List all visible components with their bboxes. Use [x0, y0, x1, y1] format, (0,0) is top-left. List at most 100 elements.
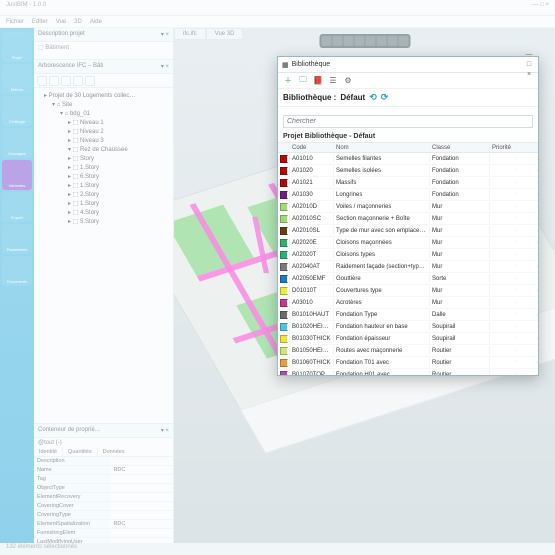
tree-tool-2[interactable]	[49, 76, 59, 86]
library-row[interactable]: A01030LongrinesFondation	[278, 189, 538, 201]
prop-value[interactable]	[110, 484, 173, 492]
tab-data[interactable]: Données	[98, 448, 130, 456]
folder-icon[interactable]: 🗀	[297, 75, 309, 87]
library-heading-value: Défaut	[340, 93, 365, 102]
viewport-tab-1[interactable]: ifc.ifc	[174, 28, 206, 40]
tree-tool-4[interactable]	[73, 76, 83, 86]
row-class: Mur	[430, 286, 490, 295]
prop-value[interactable]	[110, 502, 173, 510]
color-swatch	[280, 299, 288, 307]
tree-row[interactable]: ▸ ⬚ 1.Story	[38, 182, 169, 191]
tree-row[interactable]: ▸ Projet de 30 Logements collec…	[38, 92, 169, 101]
library-row[interactable]: B01020HEIGHTFondation hauteur en baseSou…	[278, 321, 538, 333]
row-priority	[490, 217, 516, 220]
props-filter[interactable]: @tout (-)	[34, 438, 173, 448]
col-name[interactable]: Nom	[334, 143, 430, 152]
rail-item-1[interactable]: Métrés	[2, 64, 32, 94]
col-code[interactable]: Code	[290, 143, 334, 152]
menu-3d[interactable]: 3D	[74, 19, 82, 25]
vp-tool-zoom[interactable]	[343, 36, 353, 46]
library-row[interactable]: B01010HAUTFondation TypeDalle	[278, 309, 538, 321]
tree-row[interactable]: ▾ ⌂ bdg_01	[38, 110, 169, 119]
add-icon[interactable]: ＋	[282, 75, 294, 87]
tree-row[interactable]: ▸ ⬚ Story	[38, 155, 169, 164]
library-row[interactable]: A01020Semelles isoléesFondation	[278, 165, 538, 177]
library-row[interactable]: B01050HEIGHTRoutes avec maçonnerieRoutie…	[278, 345, 538, 357]
dialog-min-button[interactable]: —	[524, 50, 534, 60]
prop-value[interactable]: RDC	[110, 466, 173, 474]
menu-aide[interactable]: Aide	[90, 19, 102, 25]
library-row[interactable]: A02010SCSection maçonnerie + BoîteMur	[278, 213, 538, 225]
vp-tool-shade[interactable]	[376, 36, 386, 46]
rail-item-4[interactable]: Variantes	[2, 160, 32, 190]
vp-tool-orbit[interactable]	[321, 36, 331, 46]
tree-row[interactable]: ▸ ⬚ Niveau 3	[38, 137, 169, 146]
tree-row[interactable]: ▸ ⬚ Niveau 1	[38, 119, 169, 128]
row-class: Dalle	[430, 310, 490, 319]
book-icon[interactable]: 📕	[312, 75, 324, 87]
library-row[interactable]: A01021MassifsFondation	[278, 177, 538, 189]
tree-row[interactable]: ▾ ⌂ Site	[38, 101, 169, 110]
library-search-input[interactable]	[283, 115, 533, 128]
rail-item-7[interactable]: Documents	[2, 256, 32, 286]
vp-tool-fit[interactable]	[354, 36, 364, 46]
library-prev-icon[interactable]: ⟲	[369, 92, 377, 103]
tree-row[interactable]: ▸ ⬚ 6.Story	[38, 173, 169, 182]
col-class[interactable]: Classe	[430, 143, 490, 152]
tree-row[interactable]: ▸ ⬚ 4.Story	[38, 209, 169, 218]
rail-item-3[interactable]: Ouvrages	[2, 128, 32, 158]
tree-row[interactable]: ▸ ⬚ 5.Story	[38, 218, 169, 227]
viewport-tab-2[interactable]: Vue 3D	[206, 28, 244, 40]
vp-tool-pan[interactable]	[332, 36, 342, 46]
rail-item-6[interactable]: Paramètres	[2, 224, 32, 254]
library-row[interactable]: D01010TCouvertures typeMur	[278, 285, 538, 297]
library-row[interactable]: A02020ECloisons maçonnéesMur	[278, 237, 538, 249]
tree-row[interactable]: ▸ ⬚ 1.Story	[38, 200, 169, 209]
rail-item-2[interactable]: Chiffrage	[2, 96, 32, 126]
menu-editer[interactable]: Editer	[32, 19, 48, 25]
tree-tool-3[interactable]	[61, 76, 71, 86]
col-swatch[interactable]	[278, 146, 290, 149]
project-name-field[interactable]: ⬚ Bâtiment	[34, 42, 173, 60]
vp-tool-wire[interactable]	[387, 36, 397, 46]
col-priority[interactable]: Priorité	[490, 143, 516, 152]
tab-quantities[interactable]: Quantités	[63, 448, 98, 456]
vp-tool-section[interactable]	[365, 36, 375, 46]
library-row[interactable]: A01010Semelles filantesFondation	[278, 153, 538, 165]
rail-item-0[interactable]: Projet	[2, 32, 32, 62]
window-close[interactable]: ×	[545, 2, 549, 8]
window-min[interactable]: —	[533, 2, 539, 8]
prop-value[interactable]	[110, 457, 173, 465]
tree-row[interactable]: ▸ ⬚ 1.Story	[38, 164, 169, 173]
tree-row[interactable]: ▸ ⬚ 2.Story	[38, 191, 169, 200]
library-row[interactable]: A02010SLType de mur avec son emplacement…	[278, 225, 538, 237]
prop-value[interactable]: RDC	[110, 520, 173, 528]
window-max[interactable]: □	[540, 2, 544, 8]
columns-icon[interactable]: ☰	[327, 75, 339, 87]
library-row[interactable]: B01030THICKFondation épaisseurSoupirail	[278, 333, 538, 345]
library-row[interactable]: B01060THICKFondation T01 avecRoutier	[278, 357, 538, 369]
menu-vue[interactable]: Vue	[56, 19, 66, 25]
tab-identity[interactable]: Identité	[34, 448, 63, 456]
prop-value[interactable]	[110, 493, 173, 501]
tree-tool-5[interactable]	[85, 76, 95, 86]
tree-tool-1[interactable]	[37, 76, 47, 86]
prop-value[interactable]	[110, 529, 173, 537]
library-row[interactable]: A03010AcrotèresMur	[278, 297, 538, 309]
prop-value[interactable]	[110, 475, 173, 483]
dialog-max-button[interactable]: □	[524, 60, 534, 70]
library-row[interactable]: A02010DVoiles / maçonneriesMur	[278, 201, 538, 213]
rail-item-5[interactable]: Export	[2, 192, 32, 222]
tree-row[interactable]: ▸ ⬚ Niveau 2	[38, 128, 169, 137]
settings-icon[interactable]: ⚙	[342, 75, 354, 87]
row-code: B01030THICK	[290, 334, 334, 343]
library-next-icon[interactable]: ⟳	[381, 92, 389, 103]
prop-value[interactable]	[110, 511, 173, 519]
menu-fichier[interactable]: Fichier	[6, 19, 24, 25]
library-row[interactable]: A02020TCloisons typesMur	[278, 249, 538, 261]
library-row[interactable]: A02040ATRaidement façade (section+type) …	[278, 261, 538, 273]
library-row[interactable]: B01070TOPFondation H01 avecRoutier	[278, 369, 538, 375]
tree-row[interactable]: ▾ ⬚ Rez de Chaussée	[38, 146, 169, 155]
library-row[interactable]: A02050EMFGouttièreSorte	[278, 273, 538, 285]
vp-tool-more[interactable]	[398, 36, 408, 46]
